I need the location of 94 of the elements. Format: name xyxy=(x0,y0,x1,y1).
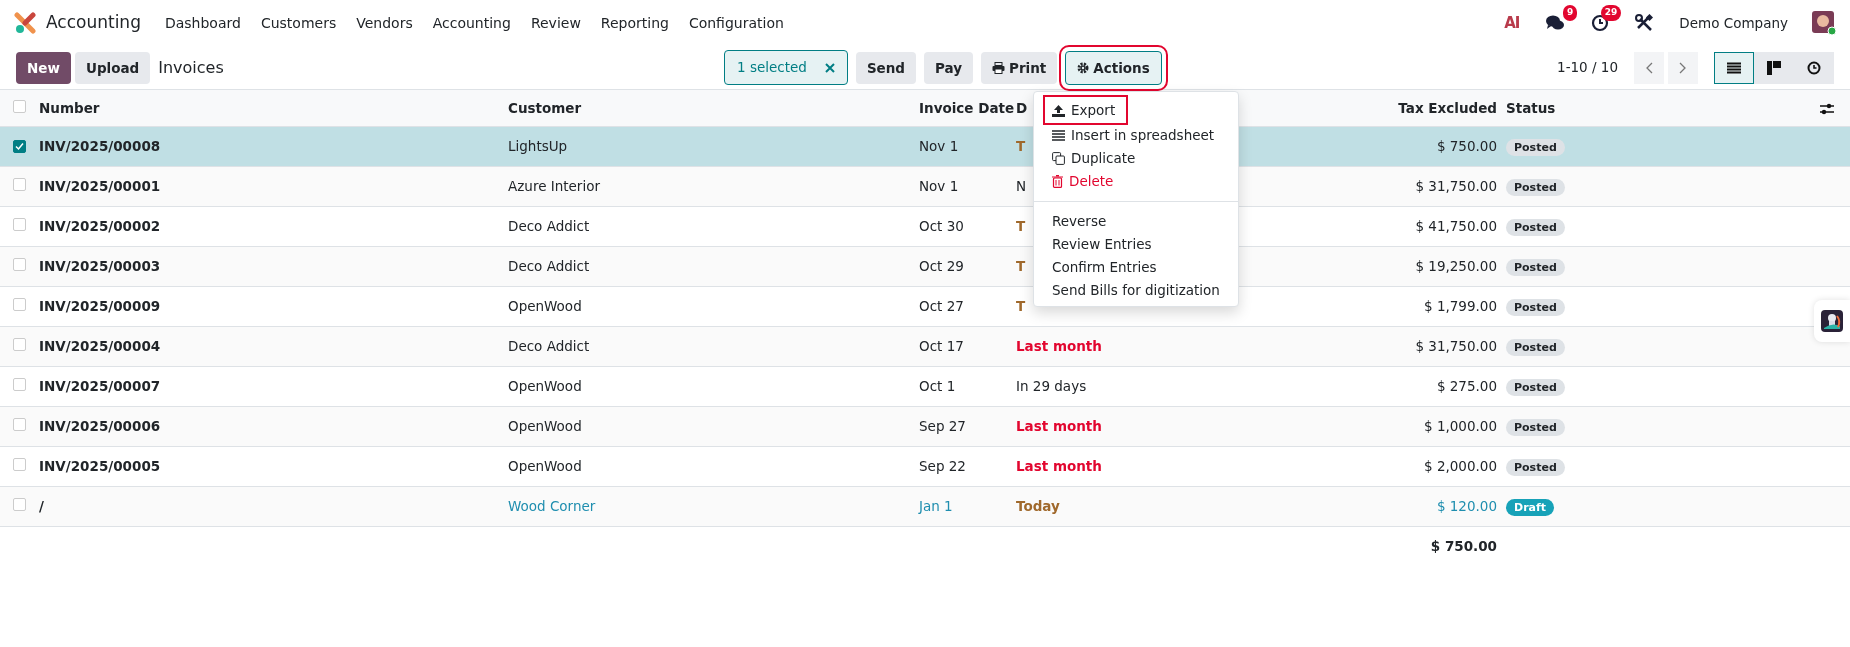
page-title: Invoices xyxy=(158,56,224,79)
app-name[interactable]: Accounting xyxy=(46,10,141,36)
table-cell: Wood Corner xyxy=(508,497,596,514)
menu-item[interactable]: Export xyxy=(1044,96,1128,124)
table-cell: Nov 1 xyxy=(919,137,959,154)
table-cell: T xyxy=(1016,137,1026,154)
action-button[interactable]: Pay xyxy=(924,51,974,84)
pager-text: 1-10 / 10 xyxy=(1557,58,1618,78)
menu-item[interactable]: Duplicate xyxy=(1034,147,1238,170)
menu-item[interactable]: Delete xyxy=(1034,170,1238,193)
status-badge: Posted xyxy=(1506,258,1565,276)
table-cell: $ 1,799.00 xyxy=(1424,297,1497,314)
table-cell: LightsUp xyxy=(508,137,568,154)
table-cell: Oct 29 xyxy=(919,257,964,274)
column-header[interactable]: Number xyxy=(39,99,100,116)
table-cell: Oct 27 xyxy=(919,297,964,314)
table-cell: INV/2025/00006 xyxy=(39,417,161,434)
menu-item[interactable]: Send Bills for digitization xyxy=(1034,279,1238,302)
table-cell: $ 750.00 xyxy=(1436,137,1497,154)
ai-logo[interactable]: AI xyxy=(1504,11,1520,35)
table-cell: INV/2025/00008 xyxy=(39,137,161,154)
table-cell: $ 120.00 xyxy=(1436,497,1497,514)
status-badge: Draft xyxy=(1506,498,1555,516)
table-cell: Last month xyxy=(1016,417,1102,434)
table-cell: OpenWood xyxy=(508,457,582,474)
table-cell: $ 31,750.00 xyxy=(1415,337,1497,354)
table-cell: / xyxy=(39,497,44,514)
table-cell: $ 31,750.00 xyxy=(1415,177,1497,194)
status-badge: Posted xyxy=(1506,138,1565,156)
table-cell: Jan 1 xyxy=(919,497,953,514)
table-cell: OpenWood xyxy=(508,377,582,394)
table-cell: INV/2025/00005 xyxy=(39,457,161,474)
table-cell: INV/2025/00007 xyxy=(39,377,161,394)
selection-chip[interactable]: 1 selected xyxy=(724,50,848,85)
table-cell: INV/2025/00002 xyxy=(39,217,161,234)
column-header[interactable]: D xyxy=(1016,99,1028,116)
column-header[interactable]: Customer xyxy=(508,99,582,116)
table-cell: OpenWood xyxy=(508,297,582,314)
status-badge: Posted xyxy=(1506,178,1565,196)
table-cell: $ 1,000.00 xyxy=(1424,417,1497,434)
column-header[interactable]: Status xyxy=(1506,99,1556,116)
table-cell: Oct 1 xyxy=(919,377,956,394)
table-cell: Sep 27 xyxy=(919,417,966,434)
table-cell: Azure Interior xyxy=(508,177,600,194)
table-cell: Last month xyxy=(1016,457,1102,474)
new-button[interactable]: New xyxy=(16,51,71,84)
counter-badge: 29 xyxy=(1600,5,1622,21)
table-cell: INV/2025/00009 xyxy=(39,297,161,314)
print-button[interactable]: Print xyxy=(981,51,1058,84)
table-cell: Today xyxy=(1016,497,1060,514)
table-cell: N xyxy=(1016,177,1027,194)
table-cell: INV/2025/00003 xyxy=(39,257,161,274)
upload-button[interactable]: Upload xyxy=(74,51,151,84)
table-cell: INV/2025/00001 xyxy=(39,177,161,194)
status-badge: Posted xyxy=(1506,458,1565,476)
table-cell: T xyxy=(1016,257,1026,274)
status-badge: Posted xyxy=(1506,418,1565,436)
table-cell: T xyxy=(1016,217,1026,234)
menu-item[interactable]: Customers xyxy=(250,12,347,34)
menu-item[interactable]: Accounting xyxy=(422,12,521,34)
company-name[interactable]: Demo Company xyxy=(1679,12,1788,34)
menu-item[interactable]: Vendors xyxy=(346,12,423,34)
counter-badge: 9 xyxy=(1563,5,1578,21)
menu-item[interactable]: Review Entries xyxy=(1034,233,1238,256)
table-cell: $ 275.00 xyxy=(1436,377,1497,394)
status-badge: Posted xyxy=(1506,298,1565,316)
table-cell: Deco Addict xyxy=(508,217,590,234)
table-cell: $ 41,750.00 xyxy=(1415,217,1497,234)
status-badge: Posted xyxy=(1506,218,1565,236)
table-cell: Oct 17 xyxy=(919,337,964,354)
table-cell: Nov 1 xyxy=(919,177,959,194)
menu-item[interactable]: Dashboard xyxy=(154,12,251,34)
table-cell: OpenWood xyxy=(508,417,582,434)
table-cell: Deco Addict xyxy=(508,337,590,354)
table-cell: T xyxy=(1016,297,1026,314)
menu-item[interactable]: Confirm Entries xyxy=(1034,256,1238,279)
table-cell: Sep 22 xyxy=(919,457,966,474)
status-badge: Posted xyxy=(1506,378,1565,396)
table-cell: $ 2,000.00 xyxy=(1424,457,1497,474)
menu-item[interactable]: Reverse xyxy=(1034,210,1238,233)
menu-item[interactable]: Reporting xyxy=(590,12,679,34)
menu-item[interactable]: Review xyxy=(520,12,591,34)
total-amount: $ 750.00 xyxy=(1430,538,1497,555)
table-cell: INV/2025/00004 xyxy=(39,337,161,354)
table-cell: Last month xyxy=(1016,337,1102,354)
table-cell: Oct 30 xyxy=(919,217,964,234)
selection-count: 1 selected xyxy=(737,58,807,78)
table-cell: In 29 days xyxy=(1016,377,1087,394)
table-cell: Deco Addict xyxy=(508,257,590,274)
table-cell: $ 19,250.00 xyxy=(1415,257,1497,274)
menu-item[interactable]: Configuration xyxy=(678,12,794,34)
action-button[interactable]: Send xyxy=(855,51,917,84)
status-badge: Posted xyxy=(1506,338,1565,356)
menu-item[interactable]: Insert in spreadsheet xyxy=(1034,124,1238,147)
